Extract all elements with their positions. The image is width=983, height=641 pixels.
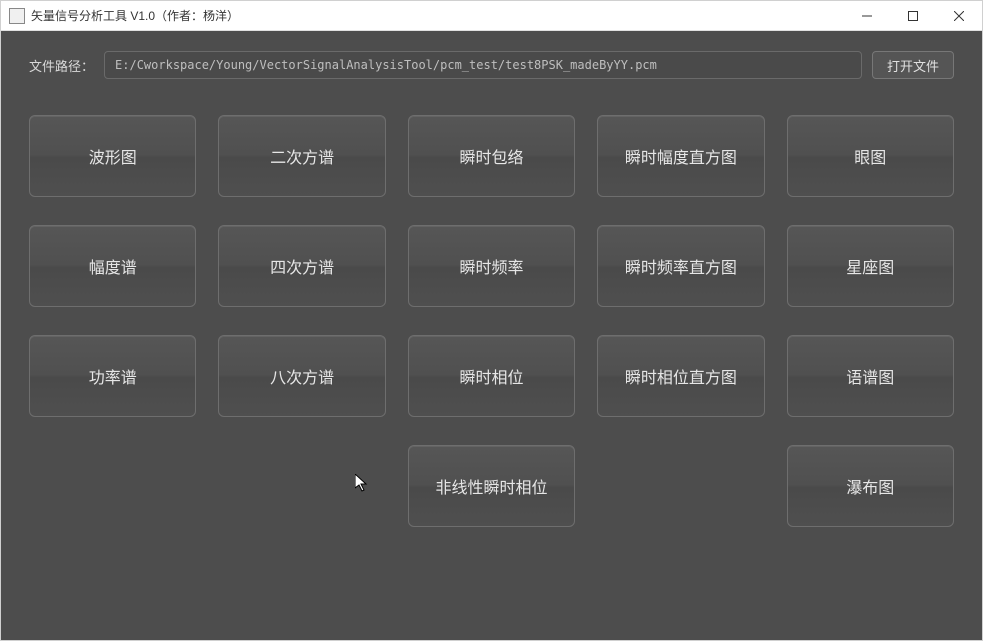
window-controls [844,1,982,30]
titlebar: 矢量信号分析工具 V1.0（作者：杨洋） [1,1,982,31]
amplitude-spectrum-button[interactable]: 幅度谱 [29,225,196,307]
power-spectrum-button[interactable]: 功率谱 [29,335,196,417]
file-path-input[interactable] [104,51,862,79]
nonlinear-instant-phase-button[interactable]: 非线性瞬时相位 [408,445,575,527]
minimize-button[interactable] [844,1,890,30]
app-window: 矢量信号分析工具 V1.0（作者：杨洋） 文件路径： 打开文件 波形图 二次方谱… [0,0,983,641]
content-area: 文件路径： 打开文件 波形图 二次方谱 瞬时包络 瞬时幅度直方图 眼图 幅度谱 … [1,31,982,640]
eighth-power-spectrum-button[interactable]: 八次方谱 [218,335,385,417]
fourth-power-spectrum-button[interactable]: 四次方谱 [218,225,385,307]
instant-frequency-histogram-button[interactable]: 瞬时频率直方图 [597,225,764,307]
waterfall-button[interactable]: 瀑布图 [787,445,954,527]
instant-amplitude-histogram-button[interactable]: 瞬时幅度直方图 [597,115,764,197]
maximize-button[interactable] [890,1,936,30]
instant-frequency-button[interactable]: 瞬时频率 [408,225,575,307]
close-button[interactable] [936,1,982,30]
window-title: 矢量信号分析工具 V1.0（作者：杨洋） [31,7,844,24]
open-file-button[interactable]: 打开文件 [872,51,954,79]
waveform-button[interactable]: 波形图 [29,115,196,197]
constellation-button[interactable]: 星座图 [787,225,954,307]
app-icon [9,8,25,24]
analysis-button-grid: 波形图 二次方谱 瞬时包络 瞬时幅度直方图 眼图 幅度谱 四次方谱 瞬时频率 瞬… [29,115,954,527]
instant-envelope-button[interactable]: 瞬时包络 [408,115,575,197]
instant-phase-histogram-button[interactable]: 瞬时相位直方图 [597,335,764,417]
file-path-row: 文件路径： 打开文件 [29,51,954,79]
spectrogram-button[interactable]: 语谱图 [787,335,954,417]
file-path-label: 文件路径： [29,56,94,75]
eye-diagram-button[interactable]: 眼图 [787,115,954,197]
second-power-spectrum-button[interactable]: 二次方谱 [218,115,385,197]
instant-phase-button[interactable]: 瞬时相位 [408,335,575,417]
